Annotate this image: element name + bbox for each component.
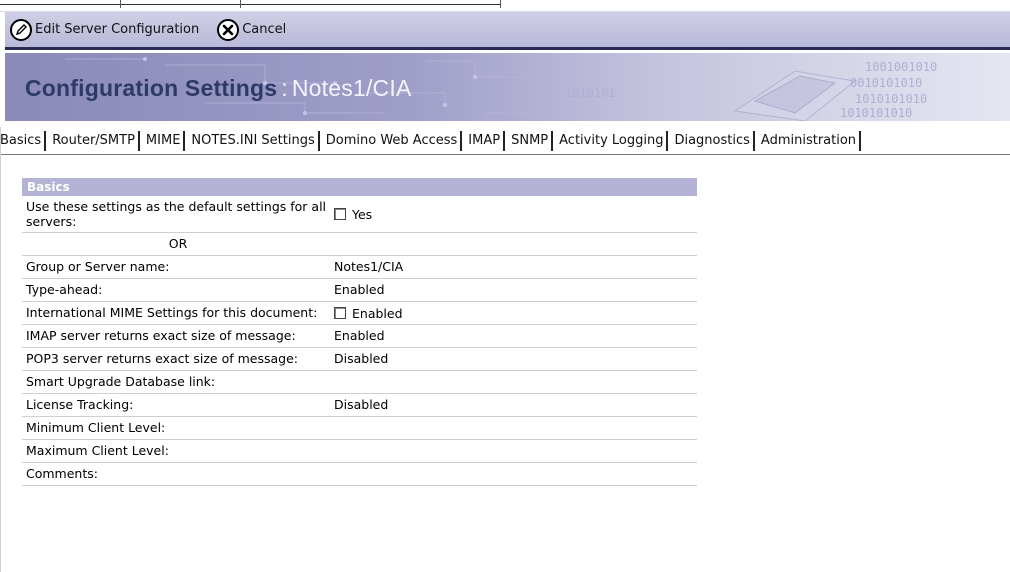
tab-imap[interactable]: IMAP xyxy=(465,130,506,151)
intl-mime-option: Enabled xyxy=(352,305,403,321)
group-server-value: Notes1/CIA xyxy=(334,259,404,274)
svg-text:1010101010: 1010101010 xyxy=(840,106,912,120)
license-tracking-label: License Tracking: xyxy=(26,397,134,412)
group-server-label: Group or Server name: xyxy=(26,259,170,274)
top-strip-tick xyxy=(240,0,241,8)
svg-text:1001001010: 1001001010 xyxy=(865,60,937,74)
edit-server-configuration-label: Edit Server Configuration xyxy=(35,22,200,37)
action-bar: Edit Server Configuration Cancel xyxy=(5,12,1010,50)
top-strip-tick xyxy=(500,0,501,8)
default-settings-value: Yes xyxy=(334,196,697,232)
type-ahead-label: Type-ahead: xyxy=(26,282,103,297)
tab-bar: Basics Router/SMTP MIME NOTES.INI Settin… xyxy=(0,127,1010,155)
type-ahead-row: Type-ahead: Enabled xyxy=(22,279,697,302)
server-name: Notes1/CIA xyxy=(291,75,412,101)
page-title: Configuration Settings: Notes1/CIA xyxy=(25,75,411,102)
left-border xyxy=(0,127,1,572)
top-strip-line xyxy=(0,4,500,5)
intl-mime-checkbox[interactable] xyxy=(334,307,346,319)
cancel-button[interactable]: Cancel xyxy=(217,17,286,43)
license-tracking-row: License Tracking: Disabled xyxy=(22,394,697,417)
imap-size-value: Enabled xyxy=(334,328,385,343)
group-server-row: Group or Server name: Notes1/CIA xyxy=(22,256,697,279)
or-row: OR xyxy=(22,233,697,256)
cancel-label: Cancel xyxy=(242,22,287,37)
close-icon xyxy=(217,18,240,41)
page-title-text: Configuration Settings xyxy=(25,75,278,101)
page-banner: 1001001010 0010101010 1010101010 1010101… xyxy=(5,53,1010,121)
imap-size-row: IMAP server returns exact size of messag… xyxy=(22,325,697,348)
svg-text:1010101: 1010101 xyxy=(565,86,616,100)
pop3-size-label: POP3 server returns exact size of messag… xyxy=(26,351,298,366)
comments-row: Comments: xyxy=(22,463,697,486)
intl-mime-value: Enabled xyxy=(334,302,697,324)
default-settings-option: Yes xyxy=(352,206,373,222)
tab-router-smtp[interactable]: Router/SMTP xyxy=(49,130,140,151)
intl-mime-label: International MIME Settings for this doc… xyxy=(26,305,318,320)
default-settings-row: Use these settings as the default settin… xyxy=(22,196,697,233)
license-tracking-value: Disabled xyxy=(334,397,389,412)
imap-size-label: IMAP server returns exact size of messag… xyxy=(26,328,296,343)
max-client-label: Maximum Client Level: xyxy=(26,443,169,458)
window-top-strip xyxy=(0,0,1010,12)
title-separator: : xyxy=(281,75,288,101)
or-label: OR xyxy=(168,236,188,251)
smart-upgrade-label: Smart Upgrade Database link: xyxy=(26,374,216,389)
basics-section: Basics Use these settings as the default… xyxy=(22,178,697,486)
min-client-label: Minimum Client Level: xyxy=(26,420,166,435)
smart-upgrade-row: Smart Upgrade Database link: xyxy=(22,371,697,394)
default-settings-label: Use these settings as the default settin… xyxy=(26,199,327,229)
min-client-row: Minimum Client Level: xyxy=(22,417,697,440)
pop3-size-value: Disabled xyxy=(334,351,389,366)
intl-mime-row: International MIME Settings for this doc… xyxy=(22,302,697,325)
comments-label: Comments: xyxy=(26,466,98,481)
tab-mime[interactable]: MIME xyxy=(143,130,186,151)
tab-administration[interactable]: Administration xyxy=(758,130,862,151)
svg-text:1010101010: 1010101010 xyxy=(855,92,927,106)
tab-diagnostics[interactable]: Diagnostics xyxy=(671,130,755,151)
tab-notes-ini-settings[interactable]: NOTES.INI Settings xyxy=(188,130,320,151)
pencil-icon xyxy=(10,18,32,41)
top-strip-tick xyxy=(120,0,121,8)
tab-snmp[interactable]: SNMP xyxy=(508,130,554,151)
max-client-row: Maximum Client Level: xyxy=(22,440,697,463)
svg-text:0010101010: 0010101010 xyxy=(850,76,922,90)
tab-basics[interactable]: Basics xyxy=(0,130,47,151)
edit-server-configuration-button[interactable]: Edit Server Configuration xyxy=(10,17,199,43)
pop3-size-row: POP3 server returns exact size of messag… xyxy=(22,348,697,371)
tab-domino-web-access[interactable]: Domino Web Access xyxy=(323,130,463,151)
type-ahead-value: Enabled xyxy=(334,282,385,297)
section-header: Basics xyxy=(22,178,697,196)
default-settings-checkbox[interactable] xyxy=(334,208,346,220)
tab-activity-logging[interactable]: Activity Logging xyxy=(556,130,669,151)
